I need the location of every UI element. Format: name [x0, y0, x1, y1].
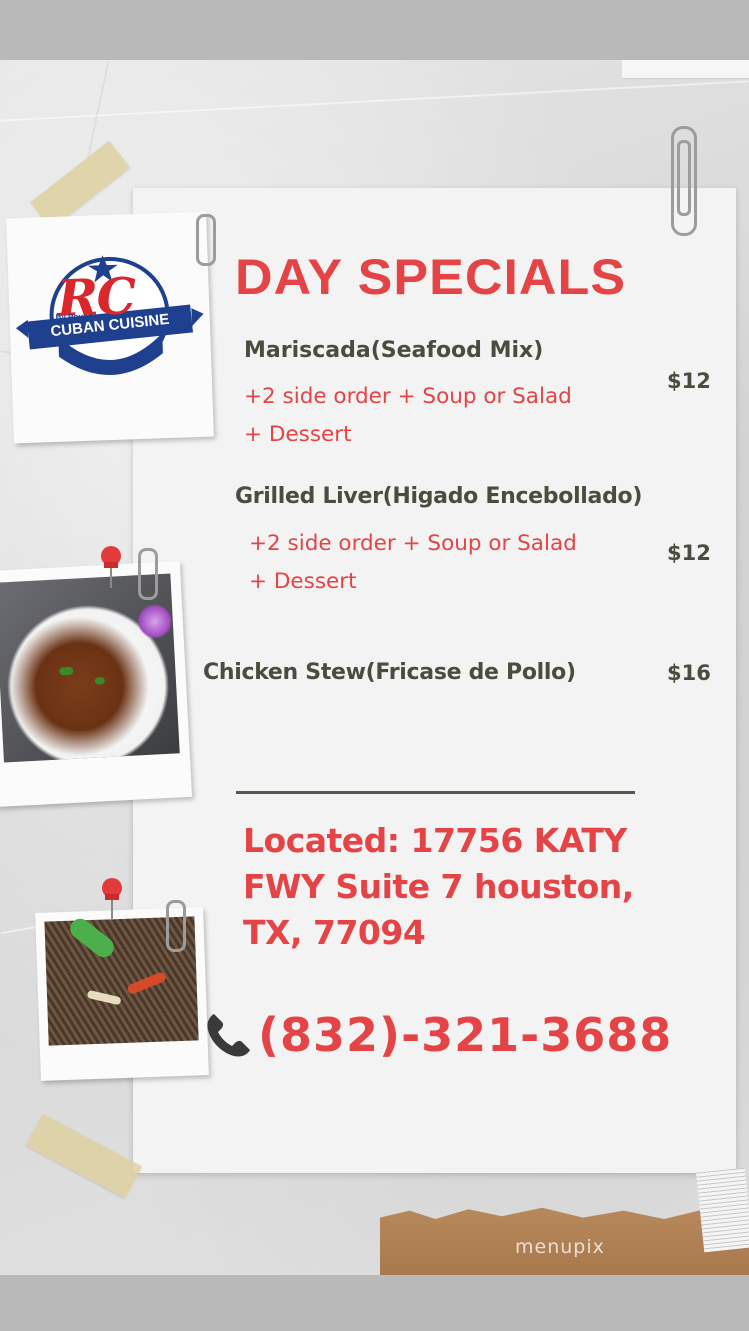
newspaper-scrap — [695, 1167, 749, 1253]
orchid-flower — [135, 603, 174, 640]
menu-item-name: Grilled Liver(Higado Encebollado) — [235, 484, 643, 509]
menu-item-desc-line1: +2 side order + Soup or Salad — [244, 384, 572, 409]
tape-strip — [26, 1113, 142, 1199]
paperclip-icon — [138, 548, 158, 600]
page-title: DAY SPECIALS — [235, 249, 627, 305]
paperclip-inner — [677, 140, 691, 216]
logo-polaroid: RC By Pound CUBAN CUISINE — [6, 211, 214, 444]
food-photo-stew — [0, 561, 193, 807]
pushpin-icon — [102, 878, 122, 920]
pushpin-icon — [101, 546, 121, 588]
paper-crease — [0, 80, 749, 122]
paperclip-icon — [196, 214, 216, 266]
location-address: Located: 17756 KATY FWY Suite 7 houston,… — [243, 821, 634, 952]
onion — [86, 989, 122, 1006]
red-pepper — [126, 971, 168, 996]
stew-image — [0, 573, 180, 763]
section-divider — [236, 791, 635, 794]
menu-item-desc-line1: +2 side order + Soup or Salad — [249, 531, 577, 556]
menu-item-price: $12 — [667, 369, 711, 393]
torn-sheet — [622, 60, 749, 79]
stew-herb — [59, 666, 74, 676]
telephone-icon — [207, 1014, 250, 1057]
menu-item-name: Chicken Stew(Fricase de Pollo) — [203, 660, 576, 685]
menu-item-desc-line2: + Dessert — [244, 422, 352, 447]
menu-item-desc-line2: + Dessert — [249, 569, 357, 594]
stew-herb — [94, 677, 106, 685]
menu-item-price: $16 — [667, 661, 711, 685]
paperclip-icon — [166, 900, 186, 952]
watermark: menupix — [515, 1236, 605, 1258]
phone-number[interactable]: (832)-321-3688 — [258, 1008, 672, 1062]
menu-item-name: Mariscada(Seafood Mix) — [244, 338, 544, 363]
menu-item-price: $12 — [667, 541, 711, 565]
